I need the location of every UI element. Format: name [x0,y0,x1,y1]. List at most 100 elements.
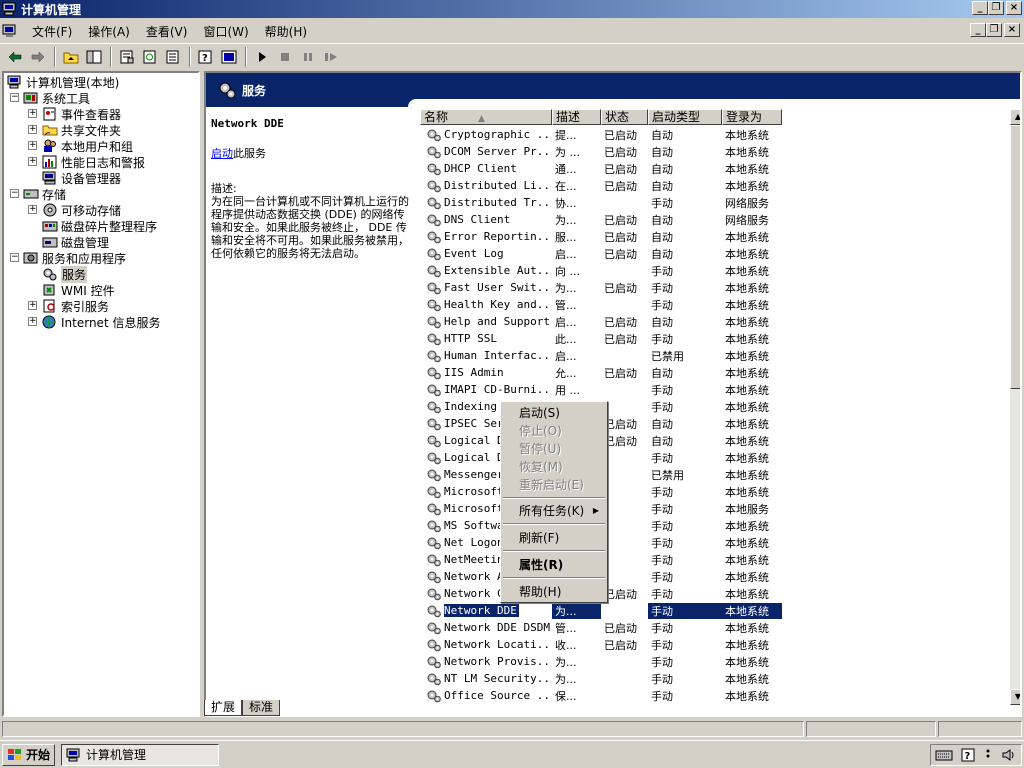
column-header-description[interactable]: 描述 [552,109,601,125]
menu-file[interactable]: 文件(F) [24,23,80,40]
table-row[interactable]: Network Locati... 收... 已启动 手动 本地系统 [420,636,782,653]
tree-item-services[interactable]: 服务 [42,265,88,283]
tree-item-computer-management[interactable]: 计算机管理(本地) [7,74,119,90]
forward-button[interactable] [27,46,49,68]
context-menu-start[interactable]: 启动(S) [503,404,605,422]
export-list-button[interactable] [162,46,184,68]
table-row[interactable]: Human Interfac... 启... 已禁用 本地系统 [420,347,782,364]
tree-item-device-manager[interactable]: 设备管理器 [42,170,121,186]
pause-service-button[interactable] [297,46,319,68]
menu-view[interactable]: 查看(V) [138,23,196,40]
tree-item-services-and-applications[interactable]: 服务和应用程序 [23,250,126,266]
tree-item-local-users[interactable]: 本地用户和组 [42,138,133,154]
show-hide-tree-button[interactable] [83,46,105,68]
mmc-doc-icon[interactable] [2,23,18,39]
tree-item-indexing-service[interactable]: 索引服务 [42,298,109,314]
menu-help[interactable]: 帮助(H) [257,23,315,40]
cell-name: Fast User Swit... [420,281,552,295]
volume-icon[interactable] [1001,748,1017,762]
properties-toolbar-button[interactable] [116,46,138,68]
status-bar [0,720,1024,738]
console-view-button[interactable] [218,46,240,68]
tree-item-internet-information-services[interactable]: Internet 信息服务 [42,314,160,330]
tree-item-performance-logs[interactable]: 性能日志和警报 [42,154,145,170]
scroll-thumb[interactable] [1010,125,1020,389]
context-menu-help[interactable]: 帮助(H) [503,583,605,601]
context-menu-all-tasks[interactable]: 所有任务(K) ▶ [503,502,605,520]
scroll-up-button[interactable]: ▲ [1010,109,1020,125]
mdi-close-button[interactable]: × [1004,23,1020,37]
expander-system-tools[interactable]: − [10,93,19,102]
table-row[interactable]: IIS Admin 允... 已启动 自动 本地系统 [420,364,782,381]
close-button[interactable]: × [1006,1,1022,15]
start-service-button[interactable] [251,46,273,68]
expander-local-users[interactable]: + [28,141,37,150]
mdi-minimize-button[interactable]: _ [970,23,986,37]
expander-storage[interactable]: − [10,189,19,198]
table-row[interactable]: NT LM Security... 为... 手动 本地系统 [420,670,782,687]
tab-extended[interactable]: 扩展 [204,700,243,716]
expander-shared-folders[interactable]: + [28,125,37,134]
restart-service-button[interactable] [320,46,342,68]
context-menu-properties[interactable]: 属性(R) [503,556,605,574]
table-row[interactable]: HTTP SSL 此... 已启动 手动 本地系统 [420,330,782,347]
tree-item-storage[interactable]: 存储 [23,186,66,202]
tab-standard[interactable]: 标准 [242,700,281,716]
expander-services-apps[interactable]: − [10,253,19,262]
table-row[interactable]: Office Source ... 保... 手动 本地系统 [420,687,782,704]
table-row[interactable]: Network Provis... 为... 手动 本地系统 [420,653,782,670]
scroll-down-button[interactable]: ▼ [1010,689,1020,705]
expander-event-viewer[interactable]: + [28,109,37,118]
refresh-toolbar-button[interactable] [139,46,161,68]
vertical-scrollbar[interactable]: ▲ ▼ [1010,109,1020,705]
table-row[interactable]: DNS Client 为... 已启动 自动 网络服务 [420,211,782,228]
table-row[interactable]: Fast User Swit... 为... 已启动 手动 本地系统 [420,279,782,296]
up-level-button[interactable] [60,46,82,68]
maximize-button[interactable]: ❐ [988,1,1004,15]
table-row[interactable]: Cryptographic ... 提... 已启动 自动 本地系统 [420,126,782,143]
table-row[interactable]: Distributed Li... 在... 已启动 自动 本地系统 [420,177,782,194]
table-row[interactable]: Network DDE DSDM 管... 已启动 手动 本地系统 [420,619,782,636]
column-header-startup-type[interactable]: 启动类型 [648,109,722,125]
table-row[interactable]: Distributed Tr... 协... 手动 网络服务 [420,194,782,211]
column-header-name[interactable]: 名称 ▲ [420,109,552,125]
network-tray-icon[interactable] [983,748,993,762]
start-button[interactable]: 开始 [2,743,56,766]
column-header-status[interactable]: 状态 [601,109,648,125]
table-row[interactable]: Event Log 启... 已启动 自动 本地系统 [420,245,782,262]
help-toolbar-button[interactable]: ? [195,46,217,68]
tree-item-shared-folders[interactable]: 共享文件夹 [42,122,121,138]
minimize-button[interactable]: _ [972,1,988,15]
mdi-restore-button[interactable]: ❐ [986,23,1002,37]
table-row[interactable]: Error Reportin... 服... 已启动 自动 本地系统 [420,228,782,245]
menu-action[interactable]: 操作(A) [80,23,138,40]
tree-item-disk-defragmenter[interactable]: 磁盘碎片整理程序 [42,218,157,234]
back-arrow-icon [8,50,22,63]
taskbar-item-computer-management[interactable]: 计算机管理 [61,743,220,766]
keyboard-icon[interactable] [935,749,953,761]
table-row[interactable]: Network DDE 为... 手动 本地系统 [420,602,782,619]
help-tray-icon[interactable]: ? [961,748,975,762]
menu-window[interactable]: 窗口(W) [195,23,256,40]
table-row[interactable]: Health Key and... 管... 手动 本地系统 [420,296,782,313]
expander-indexing-service[interactable]: + [28,301,37,310]
stop-service-button[interactable] [274,46,296,68]
table-row[interactable]: DCOM Server Pr... 为 ... 已启动 自动 本地系统 [420,143,782,160]
tree-item-system-tools[interactable]: 系统工具 [23,90,90,106]
table-row[interactable]: IMAPI CD-Burni... 用 ... 手动 本地系统 [420,381,782,398]
expander-iis[interactable]: + [28,317,37,326]
expander-performance[interactable]: + [28,157,37,166]
cell-logon-as: 本地系统 [725,145,769,159]
back-button[interactable] [4,46,26,68]
tree-item-removable-storage[interactable]: 可移动存储 [42,202,121,218]
expander-removable-storage[interactable]: + [28,205,37,214]
context-menu-refresh[interactable]: 刷新(F) [503,529,605,547]
table-row[interactable]: Extensible Aut... 向 ... 手动 本地系统 [420,262,782,279]
column-header-logon-as[interactable]: 登录为 [722,109,782,125]
table-row[interactable]: DHCP Client 通... 已启动 自动 本地系统 [420,160,782,177]
start-service-link[interactable]: 启动 [211,147,233,160]
tree-item-disk-management[interactable]: 磁盘管理 [42,234,109,250]
tree-item-wmi-control[interactable]: WMI 控件 [42,282,115,298]
table-row[interactable]: Help and Support 启... 已启动 自动 本地系统 [420,313,782,330]
tree-item-event-viewer[interactable]: 事件查看器 [42,106,121,122]
